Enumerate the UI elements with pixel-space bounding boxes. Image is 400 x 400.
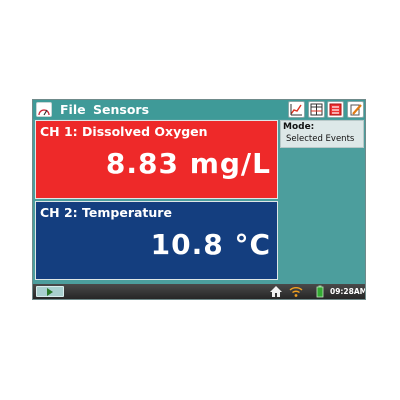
channel-1-value: 8.83 mg/L [105, 147, 271, 180]
meter-view-button[interactable] [327, 101, 344, 118]
menu-file[interactable]: File [60, 101, 86, 118]
title-bar: File Sensors [33, 100, 365, 119]
channel-2-panel[interactable]: CH 2: Temperature 10.8 °C [35, 201, 278, 280]
table-view-button[interactable] [308, 101, 325, 118]
graph-view-button[interactable] [288, 101, 305, 118]
clock-time: 09:28AM [330, 287, 366, 296]
home-icon[interactable] [269, 285, 283, 298]
app-logo-icon[interactable] [36, 102, 52, 117]
play-icon [47, 288, 53, 296]
table-icon [310, 103, 323, 116]
device-screen: File Sensors CH 1: Dissolved Oxygen 8.83… [32, 99, 366, 300]
notes-view-button[interactable] [347, 101, 364, 118]
menu-sensors[interactable]: Sensors [93, 101, 149, 118]
channel-1-label: CH 1: Dissolved Oxygen [40, 124, 208, 139]
graph-icon [290, 104, 302, 116]
meter-icon [329, 103, 342, 116]
wifi-icon[interactable] [289, 285, 303, 298]
status-bar: 09:28AM [33, 284, 365, 299]
channel-2-label: CH 2: Temperature [40, 205, 172, 220]
start-collection-button[interactable] [36, 286, 64, 297]
mode-panel[interactable]: Mode: Selected Events [280, 120, 364, 148]
mode-value: Selected Events [286, 134, 355, 144]
channel-2-value: 10.8 °C [150, 228, 271, 261]
battery-icon [316, 285, 324, 298]
mode-title: Mode: [283, 122, 315, 132]
channel-1-panel[interactable]: CH 1: Dissolved Oxygen 8.83 mg/L [35, 120, 278, 199]
notes-icon [350, 104, 362, 116]
